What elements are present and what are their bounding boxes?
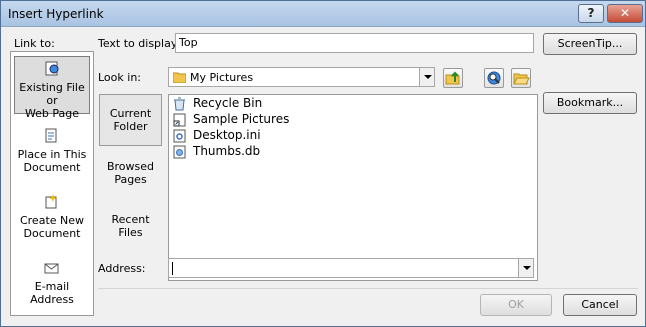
text-to-display-value: Top (179, 36, 198, 49)
browse-file-button[interactable] (511, 68, 531, 88)
recycle-bin-icon (174, 97, 185, 111)
link-place-label-a: Place in This (17, 148, 87, 161)
help-button[interactable]: ? (578, 4, 604, 23)
browse-nav-panel: Current Folder Browsed Pages Recent File… (98, 94, 167, 269)
nav-current-folder[interactable]: Current Folder (99, 94, 162, 146)
email-icon (44, 263, 59, 274)
new-document-icon (45, 194, 57, 209)
file-name: Recycle Bin (193, 96, 263, 110)
text-to-display-label: Text to display: (98, 37, 181, 50)
link-to-panel: Existing File or Web Page Place in This … (10, 51, 94, 316)
nav-recent-files[interactable]: Recent Files (99, 201, 162, 253)
folder-up-icon (445, 71, 460, 85)
link-email-address[interactable]: E-mail Address (14, 256, 90, 314)
link-existing-file-label-b: Web Page (24, 107, 80, 120)
chevron-down-icon[interactable] (419, 68, 434, 86)
file-name: Thumbs.db (193, 144, 261, 158)
shortcut-icon (173, 113, 186, 127)
nav-recent-files-label-a: Recent (111, 213, 150, 226)
link-create-new-document[interactable]: Create New Document (14, 190, 90, 248)
screentip-button[interactable]: ScreenTip... (543, 33, 637, 55)
nav-browsed-pages[interactable]: Browsed Pages (99, 148, 162, 200)
bookmark-button[interactable]: Bookmark... (543, 92, 637, 114)
nav-recent-files-label-b: Files (118, 226, 143, 239)
browse-web-icon (487, 71, 501, 85)
file-name: Desktop.ini (193, 128, 261, 142)
nav-current-folder-label-a: Current (109, 107, 152, 120)
nav-browsed-pages-label-a: Browsed (106, 160, 155, 173)
divider (98, 288, 638, 289)
link-email-label-a: E-mail Address (30, 280, 74, 306)
document-place-icon (45, 128, 57, 143)
insert-hyperlink-dialog: Insert Hyperlink ? ✕ Link to: Existing F… (0, 0, 646, 327)
text-to-display-input[interactable]: Top (175, 33, 534, 53)
link-to-label: Link to: (14, 37, 55, 50)
nav-browsed-pages-label-b: Pages (114, 173, 147, 186)
title-bar: Insert Hyperlink ? ✕ (1, 1, 645, 27)
database-file-icon (173, 145, 186, 159)
close-button[interactable]: ✕ (607, 4, 643, 23)
link-place-in-document[interactable]: Place in This Document (14, 124, 90, 182)
link-create-new-label-a: Create New (19, 214, 85, 227)
close-icon: ✕ (619, 6, 631, 20)
open-folder-icon (513, 73, 530, 85)
dialog-body: Link to: Existing File or Web Page Place… (4, 28, 642, 324)
chevron-down-icon[interactable] (518, 259, 533, 277)
up-one-folder-button[interactable] (443, 68, 463, 88)
file-name: Sample Pictures (193, 112, 290, 126)
browse-web-button[interactable] (484, 68, 504, 88)
link-existing-file[interactable]: Existing File or Web Page (14, 56, 90, 120)
cancel-button[interactable]: Cancel (563, 294, 637, 316)
look-in-value: My Pictures (190, 71, 254, 84)
nav-current-folder-label-b: Folder (113, 120, 148, 133)
link-place-label-b: Document (23, 161, 81, 174)
dialog-title: Insert Hyperlink (8, 7, 104, 21)
link-existing-file-label-a: Existing File or (19, 81, 85, 107)
settings-file-icon (173, 129, 186, 143)
address-input[interactable] (168, 258, 534, 278)
ok-button[interactable]: OK (480, 294, 552, 316)
link-create-new-label-b: Document (23, 227, 81, 240)
text-caret (172, 261, 173, 275)
file-list[interactable]: Recycle Bin Sample Pictures Desktop.ini (168, 94, 538, 281)
look-in-label: Look in: (98, 71, 141, 84)
look-in-select[interactable]: My Pictures (168, 67, 435, 87)
folder-icon (173, 72, 186, 83)
address-label: Address: (98, 262, 146, 275)
web-page-icon (45, 61, 59, 76)
